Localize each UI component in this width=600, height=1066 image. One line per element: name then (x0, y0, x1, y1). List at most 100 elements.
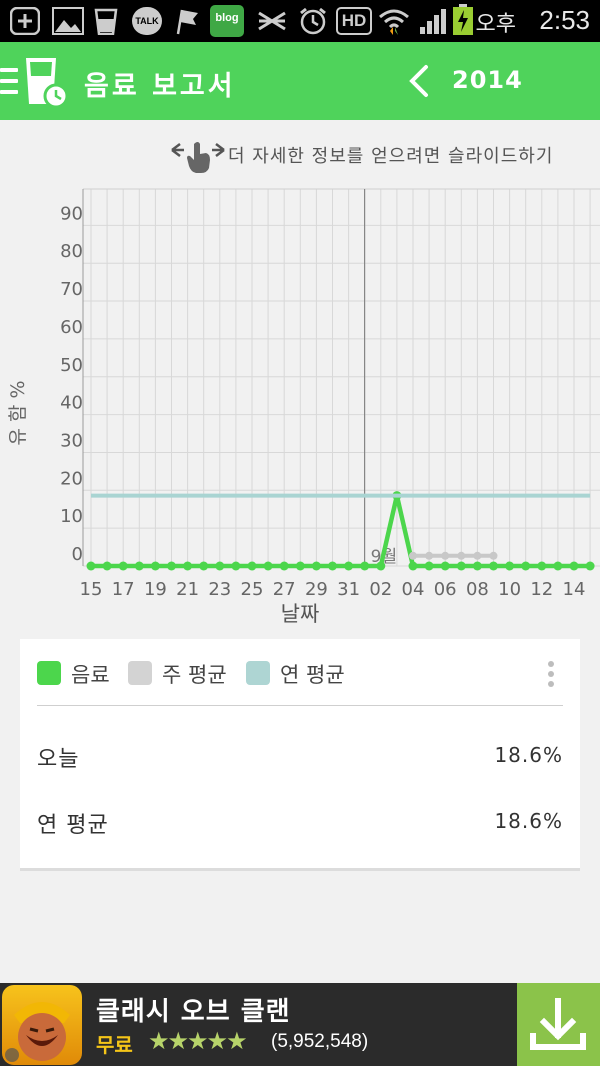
x-tick-label: 12 (530, 579, 553, 600)
wifi-icon (379, 9, 409, 35)
legend-swatch (37, 661, 61, 685)
app-bar: 음료 보고서 2014 (0, 42, 600, 120)
y-tick-label: 90 (60, 203, 83, 224)
data-point (440, 561, 450, 571)
data-point (134, 561, 144, 571)
data-point (247, 561, 257, 571)
data-point (167, 561, 176, 571)
year-label: 2014 (452, 66, 523, 94)
kakaotalk-icon: TALK (132, 7, 162, 35)
data-point (231, 561, 241, 571)
download-button[interactable] (517, 983, 600, 1066)
data-point (295, 561, 305, 571)
swipe-hand-icon (171, 142, 225, 173)
data-point (425, 551, 434, 560)
download-icon (530, 998, 586, 1050)
x-tick-label: 25 (241, 579, 264, 600)
y-tick-label: 60 (60, 317, 83, 338)
x-tick-label: 29 (305, 579, 328, 600)
flag-icon (176, 9, 198, 35)
y-tick-label: 80 (60, 241, 83, 262)
y-tick-label: 40 (60, 393, 83, 414)
gallery-icon (52, 7, 84, 35)
x-tick-label: 15 (80, 579, 103, 600)
legend-swatch (246, 661, 270, 685)
x-tick-label: 17 (112, 579, 135, 600)
hint-text: 더 자세한 정보를 얻으려면 슬라이드하기 (228, 146, 554, 167)
menu-icon[interactable] (0, 68, 18, 94)
data-point (311, 561, 321, 571)
data-point (521, 561, 531, 571)
data-point (215, 561, 225, 571)
data-point (86, 561, 96, 571)
data-point (150, 561, 160, 571)
intake-chart[interactable]: 0 10 20 30 40 50 60 70 80 90 9월 15 17 19 21 23 25 27 29 31 0… (0, 185, 600, 635)
y-tick-label: 10 (60, 506, 83, 527)
data-point (457, 551, 466, 560)
data-point (473, 551, 482, 560)
data-point (102, 561, 112, 571)
series-line (91, 493, 591, 569)
stat-label: 연 평균 (37, 813, 109, 838)
data-point (328, 561, 337, 571)
chevron-left-icon[interactable] (404, 64, 434, 98)
data-point (505, 561, 515, 571)
legend-label: 주 평균 (162, 663, 227, 687)
data-point (408, 561, 418, 571)
signal-off-icon (258, 11, 286, 31)
data-point (441, 551, 450, 560)
x-tick-label: 04 (402, 579, 425, 600)
stat-row-year-average: 연 평균 18.6% (37, 807, 563, 841)
data-point (585, 561, 595, 571)
hd-icon: HD (336, 7, 372, 35)
data-point (569, 561, 579, 571)
status-bar: TALK blog HD 오후 2:53 (0, 0, 600, 42)
data-point (489, 561, 498, 571)
status-time: 2:53 (539, 5, 590, 35)
data-point (183, 561, 193, 571)
x-tick-label: 31 (337, 579, 360, 600)
review-count: (5,952,548) (271, 1031, 369, 1052)
stat-value: 18.6% (494, 809, 563, 833)
cup-icon (94, 8, 118, 35)
x-tick-label: 21 (176, 579, 199, 600)
more-options-icon[interactable] (548, 661, 554, 687)
data-point (199, 561, 209, 571)
legend-swatch (128, 661, 152, 685)
data-point (409, 551, 417, 560)
blog-icon: blog (210, 5, 244, 37)
stat-label: 오늘 (37, 747, 80, 772)
app-logo-icon (26, 58, 69, 109)
game-icon (2, 985, 82, 1065)
data-point (424, 561, 434, 571)
alarm-icon (300, 7, 326, 35)
ad-banner[interactable]: 클래시 오브 클랜 무료 ★★★★★ (5,952,548) (0, 983, 600, 1066)
data-point (537, 561, 547, 571)
x-tick-label: 10 (498, 579, 521, 600)
data-point (118, 561, 128, 571)
legend-card: 음료 주 평균 연 평균 오늘 18.6% 연 평균 18.6% (20, 639, 580, 871)
y-tick-label: 0 (72, 544, 83, 565)
y-tick-label: 30 (60, 430, 83, 451)
x-tick-label: 08 (466, 579, 489, 600)
rating-stars-icon: ★★★★★ (148, 1027, 248, 1055)
stat-row-today: 오늘 18.6% (37, 741, 563, 775)
page-title: 음료 보고서 (84, 71, 236, 102)
data-point (472, 561, 482, 571)
x-axis-title: 날짜 (281, 602, 320, 626)
y-tick-label: 50 (60, 355, 83, 376)
x-tick-label: 06 (434, 579, 457, 600)
data-point (489, 551, 498, 560)
legend-label: 음료 (71, 663, 110, 687)
data-point (344, 561, 354, 571)
legend-label: 연 평균 (280, 663, 345, 687)
x-tick-label: 02 (369, 579, 392, 600)
y-axis-title: 유 함 % (7, 380, 29, 445)
x-tick-label: 23 (208, 579, 231, 600)
data-point (456, 561, 466, 571)
ad-price: 무료 (96, 1033, 133, 1057)
x-tick-label: 27 (273, 579, 296, 600)
y-tick-label: 70 (60, 279, 83, 300)
x-tick-label: 14 (563, 579, 586, 600)
stat-value: 18.6% (494, 743, 563, 767)
